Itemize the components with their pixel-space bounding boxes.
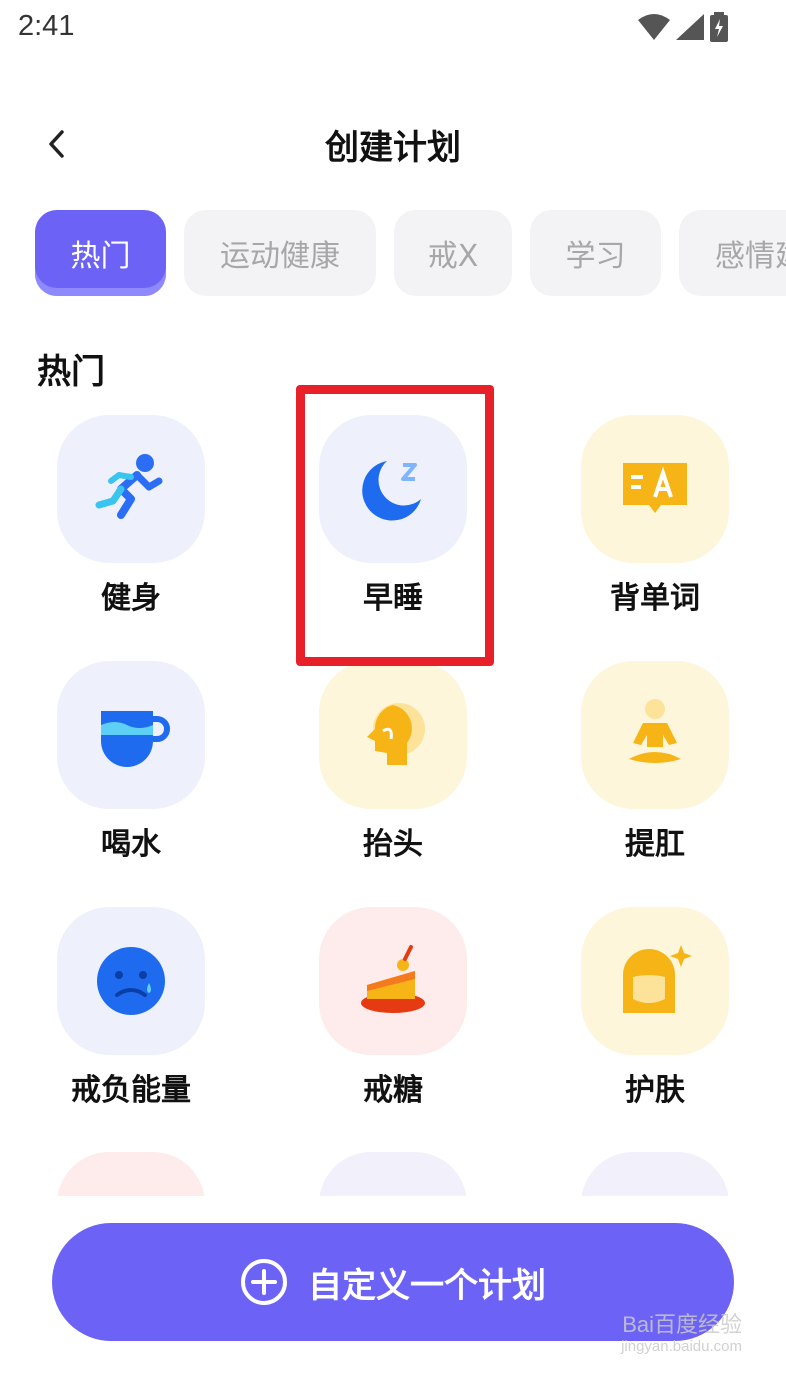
cup-icon (101, 711, 170, 767)
head-profile-icon (367, 703, 425, 765)
plan-icon-box (581, 661, 729, 809)
tab-relationship[interactable]: 感情建 (679, 210, 786, 296)
plan-label: 健身 (101, 581, 161, 616)
watermark-brand: Bai百度经验 (622, 1312, 742, 1337)
tab-study[interactable]: 学习 (530, 210, 661, 296)
face-sparkle-icon (623, 945, 692, 1013)
plan-label: 戒糖 (363, 1073, 423, 1108)
meditation-person-icon (629, 699, 681, 763)
plan-label: 戒负能量 (71, 1073, 191, 1108)
plan-item-quit-negativity[interactable]: 戒负能量 (51, 907, 211, 1109)
plan-icon-box (57, 907, 205, 1055)
plan-icon-box (581, 907, 729, 1055)
plan-item-drink-water[interactable]: 喝水 (51, 661, 211, 863)
plan-item-skincare[interactable]: 护肤 (575, 907, 735, 1109)
plan-icon-box (57, 415, 205, 563)
tab-quit-x[interactable]: 戒X (394, 210, 512, 296)
battery-icon (710, 12, 728, 42)
page-title: 创建计划 (325, 128, 461, 168)
watermark: Bai百度经验 jingyan.baidu.com (621, 1312, 742, 1356)
plan-label: 护肤 (625, 1073, 685, 1108)
plan-item-quit-sugar[interactable]: 戒糖 (313, 907, 473, 1109)
plan-icon-box (319, 661, 467, 809)
sad-face-icon (97, 947, 165, 1015)
tab-sports-health[interactable]: 运动健康 (184, 210, 376, 296)
category-tabs: 热门 运动健康 戒X 学习 感情建 (35, 210, 786, 296)
plan-label: 喝水 (101, 827, 161, 862)
plan-icon-box (581, 415, 729, 563)
plan-label: 提肛 (625, 827, 685, 862)
plan-icon-box (319, 907, 467, 1055)
custom-plan-label: 自定义一个计划 (308, 1265, 546, 1306)
status-icons (638, 12, 728, 42)
signal-icon (676, 14, 704, 40)
translate-bubble-icon (623, 463, 687, 513)
highlight-box (296, 385, 494, 666)
section-title: 热门 (37, 352, 105, 392)
plan-item-kegel[interactable]: 提肛 (575, 661, 735, 863)
plan-label: 背单词 (610, 581, 700, 616)
running-person-icon (95, 454, 163, 519)
plan-item-fitness[interactable]: 健身 (51, 415, 211, 617)
plan-label: 抬头 (363, 827, 423, 862)
watermark-url: jingyan.baidu.com (621, 1338, 742, 1356)
wifi-icon (638, 14, 670, 40)
plus-circle-icon (241, 1259, 287, 1305)
tab-hot[interactable]: 热门 (35, 210, 166, 296)
status-time: 2:41 (18, 10, 75, 42)
cake-icon (361, 945, 425, 1013)
plan-item-head-up[interactable]: 抬头 (313, 661, 473, 863)
plan-item-vocabulary[interactable]: 背单词 (575, 415, 735, 617)
plan-icon-box (57, 661, 205, 809)
